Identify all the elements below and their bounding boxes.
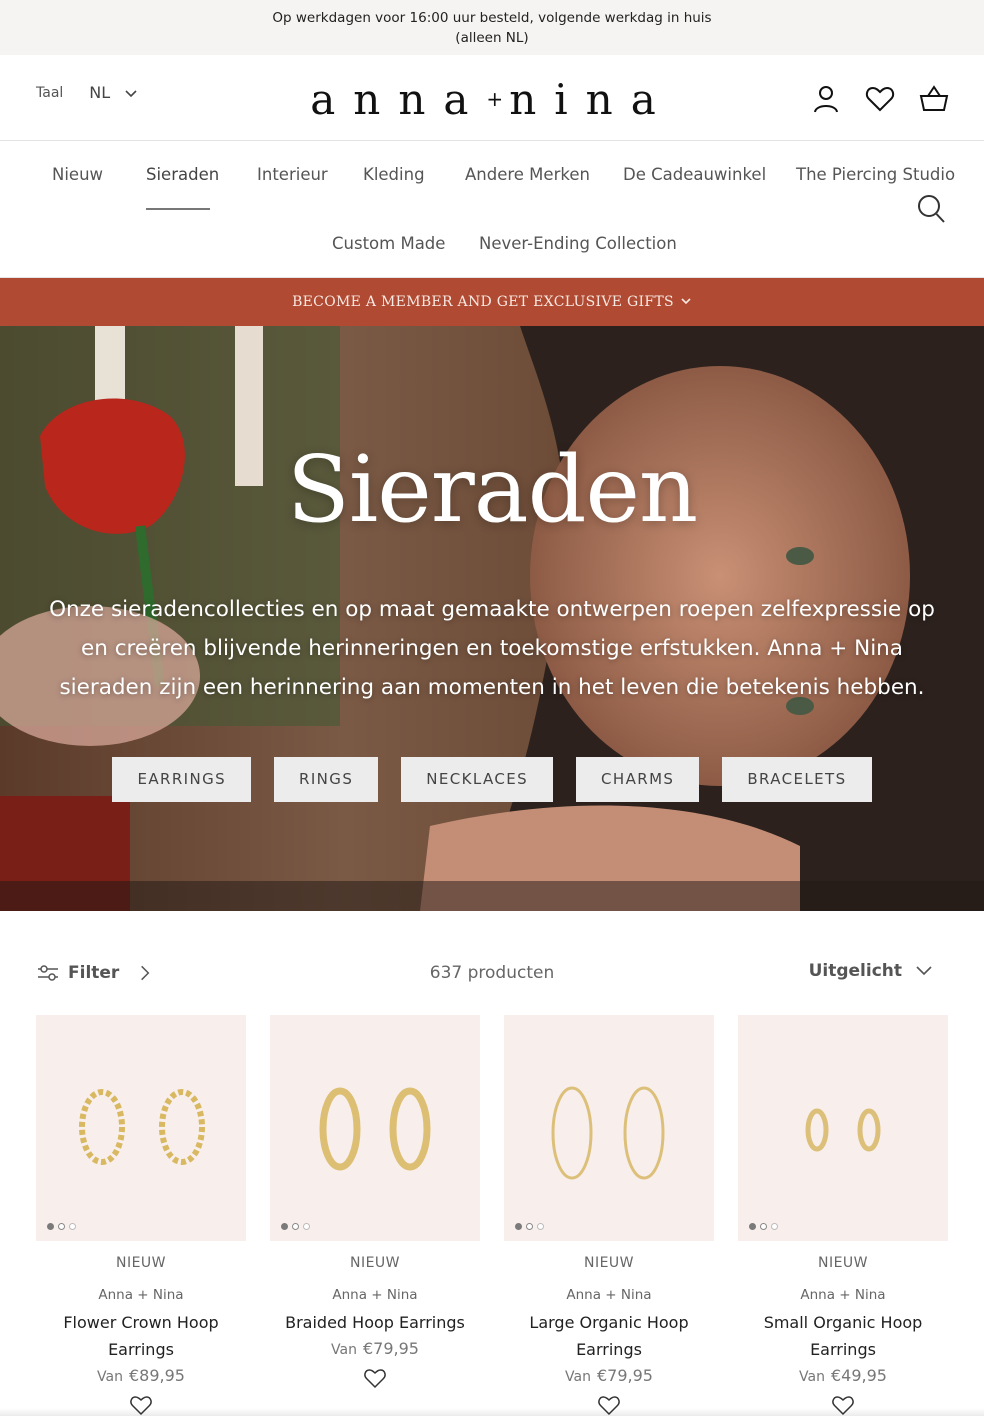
- nav-item-never-ending-collection[interactable]: Never-Ending Collection: [479, 234, 677, 253]
- product-image[interactable]: [270, 1015, 480, 1241]
- image-dot[interactable]: [771, 1223, 778, 1230]
- cart-basket-icon[interactable]: [918, 83, 950, 115]
- logo-left: anna: [310, 75, 487, 124]
- nav-item-custom-made[interactable]: Custom Made: [332, 234, 445, 253]
- promo-text: BECOME A MEMBER AND GET EXCLUSIVE GIFTS: [292, 294, 674, 310]
- announcement-line-1: Op werkdagen voor 16:00 uur besteld, vol…: [272, 10, 712, 26]
- product-badge: NIEUW: [349, 1255, 401, 1271]
- sort-dropdown[interactable]: Uitgelicht: [809, 961, 934, 981]
- image-dot[interactable]: [515, 1223, 522, 1230]
- product-name[interactable]: Flower Crown Hoop Earrings: [36, 1309, 246, 1363]
- flower-crown-hoop-earrings-image: [79, 1089, 205, 1165]
- hero-category-buttons: EARRINGS RINGS NECKLACES CHARMS BRACELET…: [0, 757, 984, 802]
- nav-item-sieraden[interactable]: Sieraden: [146, 165, 219, 184]
- main-navigation: Nieuw Sieraden Interieur Kleding Andere …: [0, 141, 984, 278]
- image-dot[interactable]: [281, 1223, 288, 1230]
- hero-description: Onze sieradencollecties en op maat gemaa…: [49, 597, 935, 700]
- product-brand: Anna + Nina: [800, 1287, 886, 1303]
- image-dot[interactable]: [537, 1223, 544, 1230]
- nav-item-cadeauwinkel[interactable]: De Cadeauwinkel: [623, 165, 766, 184]
- product-badge: NIEUW: [583, 1255, 635, 1271]
- product-name[interactable]: Small Organic Hoop Earrings: [738, 1309, 948, 1363]
- logo-right: nina: [509, 75, 674, 124]
- small-organic-hoop-earrings-image: [805, 1108, 881, 1152]
- logo-plus: +: [486, 87, 510, 111]
- product-image[interactable]: [504, 1015, 714, 1241]
- category-button-charms[interactable]: CHARMS: [576, 757, 700, 802]
- category-button-earrings[interactable]: EARRINGS: [112, 757, 252, 802]
- hero-title: Sieraden: [286, 436, 698, 543]
- price-value: €49,95: [830, 1366, 887, 1385]
- member-promo-banner[interactable]: BECOME A MEMBER AND GET EXCLUSIVE GIFTS: [0, 278, 984, 326]
- nav-item-kleding[interactable]: Kleding: [363, 165, 425, 184]
- product-name[interactable]: Braided Hoop Earrings: [270, 1309, 480, 1336]
- hero-banner: Sieraden Onze sieradencollecties en op m…: [0, 326, 984, 911]
- product-name[interactable]: Large Organic Hoop Earrings: [504, 1309, 714, 1363]
- nav-active-indicator: [146, 208, 210, 210]
- announcement-line-2: (alleen NL): [455, 30, 529, 46]
- price-prefix: Van: [799, 1369, 825, 1385]
- product-image[interactable]: [738, 1015, 948, 1241]
- bottom-shadow: [0, 1408, 984, 1416]
- chevron-down-icon: [681, 298, 691, 305]
- sort-label: Uitgelicht: [808, 961, 902, 981]
- price-value: €79,95: [362, 1339, 419, 1358]
- product-card[interactable]: NIEUW Anna + Nina Small Organic Hoop Ear…: [738, 1015, 948, 1416]
- price-prefix: Van: [97, 1369, 123, 1385]
- account-icon[interactable]: [810, 83, 842, 115]
- price-prefix: Van: [565, 1369, 591, 1385]
- nav-item-piercing-studio[interactable]: The Piercing Studio: [796, 165, 955, 184]
- category-button-necklaces[interactable]: NECKLACES: [401, 757, 554, 802]
- image-dot[interactable]: [58, 1223, 65, 1230]
- product-price: Van €79,95: [270, 1336, 480, 1363]
- price-value: €79,95: [596, 1366, 653, 1385]
- price-value: €89,95: [128, 1366, 185, 1385]
- image-dot[interactable]: [749, 1223, 756, 1230]
- product-grid: NIEUW Anna + Nina Flower Crown Hoop Earr…: [36, 1015, 948, 1416]
- product-image[interactable]: [36, 1015, 246, 1241]
- image-dot[interactable]: [526, 1223, 533, 1230]
- image-dot[interactable]: [760, 1223, 767, 1230]
- product-badge: NIEUW: [817, 1255, 869, 1271]
- wishlist-heart-icon[interactable]: [363, 1367, 387, 1389]
- image-dot[interactable]: [303, 1223, 310, 1230]
- price-prefix: Van: [331, 1342, 357, 1358]
- category-button-rings[interactable]: RINGS: [274, 757, 379, 802]
- wishlist-heart-icon[interactable]: [864, 83, 896, 115]
- product-brand: Anna + Nina: [98, 1287, 184, 1303]
- braided-hoop-earrings-image: [319, 1087, 431, 1171]
- product-price: Van €49,95: [738, 1363, 948, 1390]
- image-dot[interactable]: [47, 1223, 54, 1230]
- chevron-down-icon: [916, 966, 932, 976]
- product-brand: Anna + Nina: [332, 1287, 418, 1303]
- category-button-bracelets[interactable]: BRACELETS: [722, 757, 872, 802]
- announcement-bar: Op werkdagen voor 16:00 uur besteld, vol…: [0, 0, 984, 55]
- nav-item-interieur[interactable]: Interieur: [257, 165, 328, 184]
- product-toolbar: Filter 637 producten Uitgelicht: [0, 911, 984, 1013]
- product-price: Van €79,95: [504, 1363, 714, 1390]
- product-card[interactable]: NIEUW Anna + Nina Large Organic Hoop Ear…: [504, 1015, 714, 1416]
- image-dot[interactable]: [292, 1223, 299, 1230]
- image-dot[interactable]: [69, 1223, 76, 1230]
- nav-item-nieuw[interactable]: Nieuw: [52, 165, 103, 184]
- search-icon[interactable]: [916, 193, 946, 225]
- product-badge: NIEUW: [115, 1255, 167, 1271]
- product-price: Van €89,95: [36, 1363, 246, 1390]
- large-organic-hoop-earrings-image: [551, 1086, 665, 1180]
- nav-item-andere-merken[interactable]: Andere Merken: [465, 165, 590, 184]
- product-card[interactable]: NIEUW Anna + Nina Braided Hoop Earrings …: [270, 1015, 480, 1416]
- product-card[interactable]: NIEUW Anna + Nina Flower Crown Hoop Earr…: [36, 1015, 246, 1416]
- site-header: Taal NL anna+nina: [0, 55, 984, 141]
- product-brand: Anna + Nina: [566, 1287, 652, 1303]
